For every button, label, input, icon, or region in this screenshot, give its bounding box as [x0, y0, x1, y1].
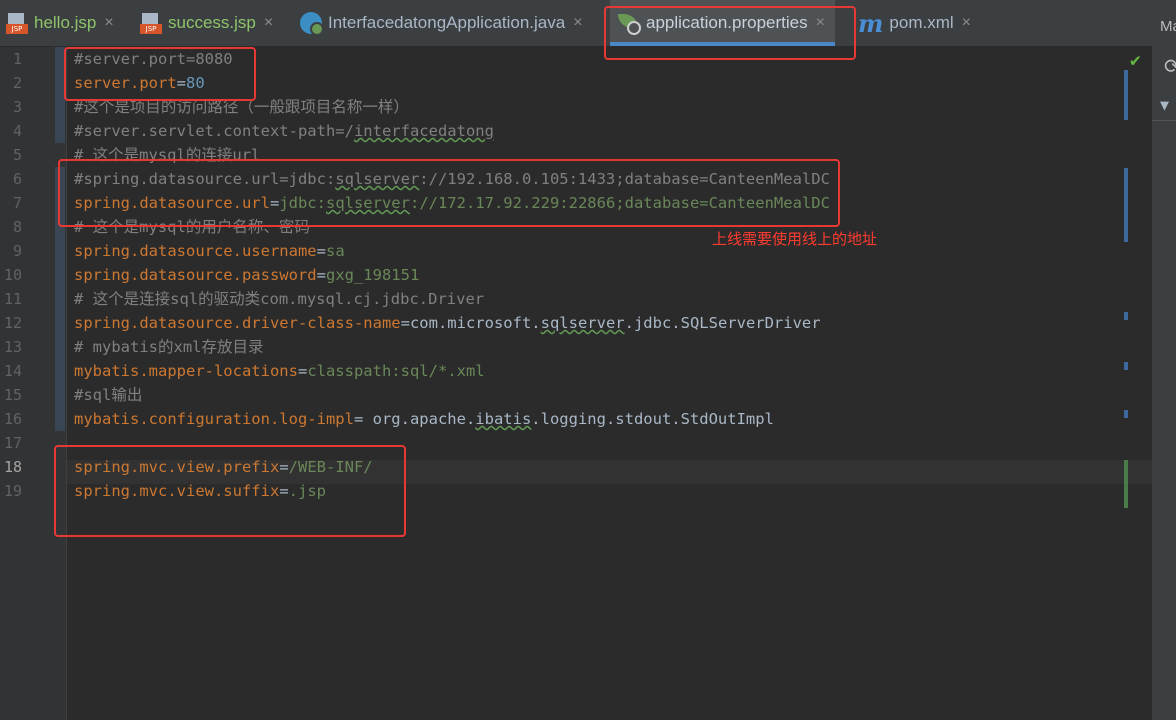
tab-label: pom.xml — [889, 13, 954, 32]
property-key: mybatis.mapper-locations — [74, 362, 298, 380]
change-marker — [1124, 312, 1128, 320]
change-marker — [1124, 410, 1128, 418]
code-line-11[interactable]: # 这个是连接sql的驱动类com.mysql.cj.jdbc.Driver — [74, 287, 484, 311]
code-line-14[interactable]: mybatis.mapper-locations=classpath:sql/*… — [74, 359, 485, 383]
line-number: 15 — [3, 386, 22, 404]
line-number: 11 — [3, 290, 22, 308]
fold-marker — [55, 407, 65, 431]
fold-marker — [55, 239, 65, 263]
fold-marker — [55, 383, 65, 407]
property-value: gxg_198151 — [325, 266, 420, 284]
tab-label: success.jsp — [168, 13, 256, 32]
tab-label: hello.jsp — [34, 13, 97, 32]
fold-marker — [55, 263, 65, 287]
close-icon[interactable]: × — [264, 14, 273, 32]
line-number: 2 — [12, 74, 22, 92]
fold-marker — [55, 119, 65, 143]
line-number: 8 — [12, 218, 22, 236]
highlight-box-datasource-url — [58, 159, 840, 227]
tab-label: InterfacedatongApplication.java — [328, 13, 566, 32]
change-marker — [1124, 168, 1128, 242]
added-lines-marker — [1124, 460, 1128, 508]
property-key: mybatis.configuration.log-impl — [74, 410, 354, 428]
spell-warning: ibatis — [475, 410, 532, 428]
line-number: 4 — [12, 122, 22, 140]
code-line-12[interactable]: spring.datasource.driver-class-name=com.… — [74, 311, 821, 335]
highlight-box-mvc-view — [54, 445, 406, 537]
tab-success-jsp[interactable]: JSP success.jsp × — [140, 0, 273, 46]
code-line-9[interactable]: spring.datasource.username=sa — [74, 239, 345, 263]
triangle-down-icon[interactable]: ▼ — [1160, 96, 1169, 114]
fold-marker — [55, 287, 65, 311]
maven-side-panel: Ma ⟳ ▼ — [1152, 0, 1176, 720]
maven-icon: m — [858, 8, 884, 38]
property-value: classpath:sql/*.xml — [307, 362, 485, 380]
spell-warning: interfacedatong — [353, 122, 494, 140]
tab-interfacedatong-application[interactable]: InterfacedatongApplication.java × — [300, 0, 583, 46]
fold-marker — [55, 311, 65, 335]
code-line-4[interactable]: #server.servlet.context-path=/interfaced… — [74, 119, 494, 143]
editor-tab-bar: JSP hello.jsp × JSP success.jsp × Interf… — [0, 0, 1176, 47]
annotation-note: 上线需要使用线上的地址 — [712, 230, 878, 248]
property-value: sa — [325, 242, 345, 260]
jsp-file-icon: JSP — [140, 12, 162, 34]
line-number: 18 — [3, 458, 22, 476]
side-panel-label[interactable]: Ma — [1160, 18, 1176, 35]
code-line-10[interactable]: spring.datasource.password=gxg_198151 — [74, 263, 419, 287]
line-number: 19 — [3, 482, 22, 500]
tab-hello-jsp[interactable]: JSP hello.jsp × — [6, 0, 114, 46]
tab-pom-xml[interactable]: m pom.xml × — [858, 0, 971, 46]
close-icon[interactable]: × — [573, 14, 582, 32]
property-key: spring.datasource.password — [74, 266, 317, 284]
line-number: 17 — [3, 434, 22, 452]
close-icon[interactable]: × — [104, 14, 113, 32]
close-icon[interactable]: × — [962, 14, 971, 32]
line-number: 7 — [12, 194, 22, 212]
line-number: 12 — [3, 314, 22, 332]
line-number: 10 — [3, 266, 22, 284]
spell-warning: sqlserver — [540, 314, 625, 332]
line-number: 14 — [3, 362, 22, 380]
line-number: 9 — [12, 242, 22, 260]
property-key: spring.datasource.username — [74, 242, 317, 260]
property-value: com.microsoft.sqlserver.jdbc.SQLServerDr… — [409, 314, 821, 332]
refresh-icon[interactable]: ⟳ — [1164, 54, 1176, 78]
line-number: 1 — [12, 50, 22, 68]
code-line-15[interactable]: #sql输出 — [74, 383, 142, 407]
check-icon[interactable]: ✔ — [1130, 50, 1141, 71]
change-marker — [1124, 70, 1128, 120]
line-number: 6 — [12, 170, 22, 188]
change-marker — [1124, 362, 1128, 370]
divider — [1152, 120, 1176, 121]
fold-marker — [55, 359, 65, 383]
property-value: org.apache.ibatis.logging.stdout.StdOutI… — [363, 410, 774, 428]
line-number: 5 — [12, 146, 22, 164]
jsp-file-icon: JSP — [6, 12, 28, 34]
spring-class-icon — [300, 12, 324, 36]
code-line-16[interactable]: mybatis.configuration.log-impl= org.apac… — [74, 407, 774, 431]
line-number: 16 — [3, 410, 22, 428]
code-line-13[interactable]: # mybatis的xml存放目录 — [74, 335, 263, 359]
property-key: spring.datasource.driver-class-name — [74, 314, 401, 332]
line-number: 13 — [3, 338, 22, 356]
line-number: 3 — [12, 98, 22, 116]
highlight-box-active-tab — [604, 6, 856, 60]
highlight-box-server-port — [64, 47, 256, 101]
fold-marker — [55, 335, 65, 359]
